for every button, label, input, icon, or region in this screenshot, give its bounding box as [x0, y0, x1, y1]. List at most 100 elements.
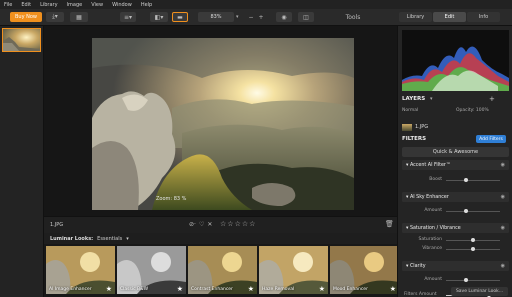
buy-now-button[interactable]: Buy Now: [10, 12, 42, 22]
sidebar-toggle-button[interactable]: ◧▾: [150, 12, 168, 22]
preset-select[interactable]: Quick & Awesome: [402, 147, 509, 157]
star-icon[interactable]: ☆: [227, 220, 233, 228]
filter-header-sky[interactable]: ▾ AI Sky Enhancer ◉: [402, 192, 509, 202]
slider-track[interactable]: [446, 280, 500, 281]
look-item[interactable]: Haze Removal ★: [259, 246, 328, 294]
slider-label: Vibrance: [422, 246, 442, 251]
slider-label: Amount: [424, 277, 442, 282]
filmstrip-toggle-button[interactable]: ▬: [172, 12, 188, 22]
look-label: Mood Enhancer: [333, 287, 368, 292]
slider-label: Boost: [429, 177, 442, 182]
zoom-out-button[interactable]: −: [246, 12, 256, 22]
star-icon[interactable]: ☆: [242, 220, 248, 228]
look-item[interactable]: AI Image Enhancer ★: [46, 246, 115, 294]
filters-amount-label: Filters Amount: [404, 292, 437, 297]
looks-category-select[interactable]: Essentials: [97, 236, 122, 242]
preset-label: Quick & Awesome: [432, 149, 479, 155]
star-icon[interactable]: ☆: [235, 220, 241, 228]
download-icon: ⤓▾: [52, 13, 58, 20]
tab-library[interactable]: Library: [399, 12, 432, 22]
zoom-field[interactable]: 83%: [198, 12, 234, 22]
reject-icon[interactable]: ✕: [207, 221, 212, 228]
eye-icon: ◉: [281, 13, 287, 21]
look-label: Haze Removal: [262, 287, 295, 292]
star-icon[interactable]: ☆: [249, 220, 255, 228]
tab-info[interactable]: Info: [467, 12, 500, 22]
heart-icon[interactable]: ♡: [199, 221, 204, 228]
slider-knob[interactable]: [464, 178, 468, 182]
layer-row[interactable]: 1.JPG: [402, 122, 509, 132]
blend-mode-select[interactable]: Normal: [402, 108, 418, 113]
menu-view[interactable]: View: [91, 2, 103, 8]
favorite-star-icon[interactable]: ★: [390, 285, 396, 293]
look-item[interactable]: Contrast Enhancer ★: [188, 246, 257, 294]
menu-window[interactable]: Window: [112, 2, 132, 8]
filter-name: AI Sky Enhancer: [409, 194, 449, 200]
image-canvas[interactable]: Zoom: 83 %: [44, 26, 397, 216]
filter-header-saturation[interactable]: ▾ Saturation / Vibrance ◉: [402, 223, 509, 233]
look-item[interactable]: Mood Enhancer ★: [330, 246, 399, 294]
compare-button[interactable]: ◫: [298, 12, 314, 22]
eye-icon[interactable]: ◉: [501, 263, 505, 269]
favorite-star-icon[interactable]: ★: [106, 285, 112, 293]
slider-track[interactable]: [446, 211, 500, 212]
slider-vibrance[interactable]: Vibrance: [402, 245, 509, 253]
filter-header-accent[interactable]: ▾ Accent AI Filter™ ◉: [402, 160, 509, 170]
eye-icon[interactable]: ◉: [501, 162, 505, 168]
zoom-dropdown-icon[interactable]: ▾: [236, 12, 244, 22]
chevron-down-icon[interactable]: ▾: [126, 236, 129, 242]
filmstrip-thumbnail[interactable]: [2, 28, 41, 52]
menu-image[interactable]: Image: [67, 2, 83, 8]
layers-menu-icon[interactable]: ▾: [430, 96, 433, 102]
flag-reject-icon[interactable]: ⊘·: [189, 221, 196, 228]
menu-edit[interactable]: Edit: [21, 2, 31, 8]
look-item[interactable]: Classic B&W ★: [117, 246, 186, 294]
histogram: [402, 30, 509, 91]
filter-name: Accent AI Filter™: [409, 162, 451, 168]
slider-clarity-amount[interactable]: Amount: [402, 276, 509, 284]
thumbnail-image: [3, 29, 40, 51]
slider-knob[interactable]: [471, 247, 475, 251]
import-button[interactable]: ⤓▾: [46, 12, 64, 22]
eye-icon[interactable]: ◉: [501, 225, 505, 231]
preview-button[interactable]: ◉: [276, 12, 292, 22]
favorite-star-icon[interactable]: ★: [248, 285, 254, 293]
trash-icon[interactable]: 🗑: [385, 220, 394, 228]
add-layer-icon[interactable]: +: [489, 95, 495, 103]
slider-knob[interactable]: [464, 278, 468, 282]
slider-knob[interactable]: [471, 238, 475, 242]
slider-boost[interactable]: Boost: [402, 176, 509, 184]
tools-dropdown[interactable]: Tools: [342, 12, 364, 22]
compare-icon: ◫: [303, 13, 309, 21]
favorite-star-icon[interactable]: ★: [319, 285, 325, 293]
favorite-star-icon[interactable]: ★: [177, 285, 183, 293]
filter-name: Clarity: [409, 263, 426, 269]
star-icon[interactable]: ☆: [220, 220, 226, 228]
filmstrip: [0, 26, 44, 297]
panel-icon: ◧▾: [154, 13, 164, 21]
menu-file[interactable]: File: [4, 2, 12, 8]
filter-header-clarity[interactable]: ▾ Clarity ◉: [402, 261, 509, 271]
grid-view-button[interactable]: ▦: [70, 12, 88, 22]
eye-icon[interactable]: ◉: [501, 194, 505, 200]
slider-saturation[interactable]: Saturation: [402, 236, 509, 244]
save-look-button[interactable]: Save Luminar Look...: [451, 287, 508, 296]
menu-help[interactable]: Help: [141, 2, 152, 8]
look-label: Contrast Enhancer: [191, 287, 233, 292]
slider-amount[interactable]: Amount: [402, 207, 509, 215]
zoom-overlay-label: Zoom: 83 %: [156, 196, 187, 202]
look-label: AI Image Enhancer: [49, 287, 92, 292]
star-rating[interactable]: ☆ ☆ ☆ ☆ ☆: [220, 220, 255, 228]
sort-button[interactable]: ≡▾: [120, 12, 136, 22]
slider-track[interactable]: [446, 180, 500, 181]
tab-edit[interactable]: Edit: [433, 12, 466, 22]
menu-library[interactable]: Library: [40, 2, 57, 8]
tools-label: Tools: [345, 13, 361, 21]
add-filters-button[interactable]: Add Filters: [476, 135, 506, 143]
filter-name: Saturation / Vibrance: [409, 225, 461, 231]
opacity-field[interactable]: Opacity: 100%: [456, 108, 489, 113]
landscape-image: [92, 38, 354, 210]
zoom-in-button[interactable]: +: [256, 12, 266, 22]
slider-knob[interactable]: [464, 209, 468, 213]
looks-header: Luminar Looks: Essentials ▾: [44, 233, 397, 244]
